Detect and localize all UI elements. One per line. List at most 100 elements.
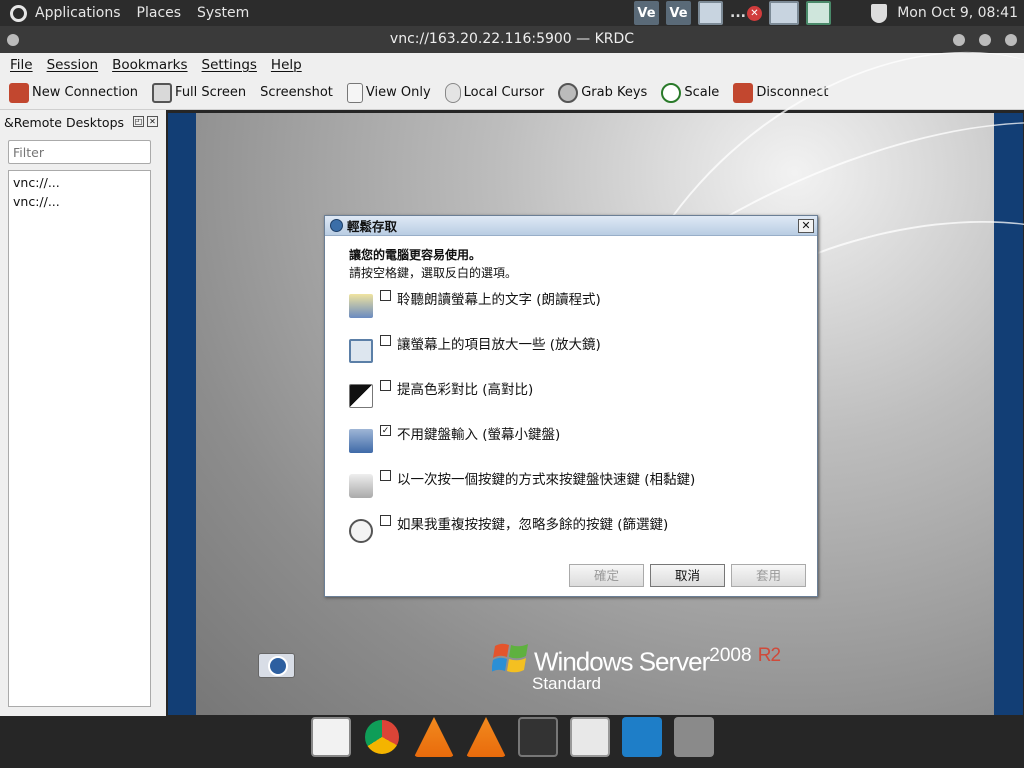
maximize-icon[interactable] [979,34,991,46]
filter-input[interactable] [8,140,151,164]
new-connection-icon [9,82,29,103]
window-icon[interactable] [805,1,831,25]
option-sticky-keys[interactable]: 以一次按一個按鍵的方式來按鍵盤快速鍵 (相黏鍵) [349,468,695,498]
view-only-button[interactable]: View Only [345,79,433,107]
cancel-button[interactable]: 取消 [650,564,725,587]
shield-icon[interactable] [871,3,888,23]
release-text: R2 [757,645,781,666]
screenshot-button[interactable]: Screenshot [258,79,335,107]
disconnect-icon [733,82,754,103]
top-panel: Applications Places System Ve Ve ... ✕ M… [0,0,1024,26]
cursor-icon [444,82,461,103]
grab-keys-button[interactable]: Grab Keys [556,79,649,107]
window-icon[interactable] [698,1,723,25]
narrator-icon [349,294,373,318]
menu-help[interactable]: Help [271,57,302,73]
tray-right: Mon Oct 9, 08:41 [871,0,1018,26]
windows-desktop[interactable]: 輕鬆存取 ✕ 讓您的電腦更容易使用。 請按空格鍵，選取反白的選項。 聆聽朗讀螢幕… [196,0,1024,715]
clock[interactable]: Mon Oct 9, 08:41 [897,5,1018,21]
magnifier-checkbox[interactable] [380,335,391,346]
on-screen-keyboard-icon [349,429,373,453]
dialog-title: 輕鬆存取 [347,219,398,234]
ok-button[interactable]: 確定 [569,564,644,587]
close-icon[interactable]: ✕ [746,5,762,21]
close-panel-icon[interactable]: ✕ [147,116,158,127]
menu-file[interactable]: File [10,57,33,73]
dock [0,716,1024,768]
high-contrast-checkbox[interactable] [380,380,391,391]
narrator-checkbox[interactable] [380,290,391,301]
sticky-keys-checkbox[interactable] [380,470,391,481]
close-window-icon[interactable] [1005,34,1017,46]
option-filter-keys[interactable]: 如果我重複按按鍵，忽略多餘的按鍵 (篩選鍵) [349,513,668,543]
menu-settings[interactable]: Settings [202,57,257,73]
option-on-screen-keyboard[interactable]: ✓ 不用鍵盤輸入 (螢幕小鍵盤) [349,423,560,453]
option-label: 如果我重複按按鍵，忽略多餘的按鍵 (篩選鍵) [397,517,669,533]
magnifier-icon [349,339,373,363]
local-cursor-button[interactable]: Local Cursor [443,79,547,107]
float-panel-icon[interactable]: ◰ [133,116,144,127]
option-label: 提高色彩對比 (高對比) [397,382,534,398]
terminal-icon[interactable] [518,717,558,757]
vlc-icon[interactable] [466,717,506,757]
dialog-close-button[interactable]: ✕ [798,219,814,233]
ve-icon[interactable]: Ve [634,1,659,25]
on-screen-keyboard-checkbox[interactable]: ✓ [380,425,391,436]
full-screen-button[interactable]: Full Screen [150,79,248,107]
top-menus: Applications Places System [0,4,249,22]
sticky-keys-icon [349,474,373,498]
option-label: 聆聽朗讀螢幕上的文字 (朗讀程式) [397,292,601,308]
edition-text: Standard [532,674,601,693]
window-title: vnc://163.20.22.116:5900 — KRDC [389,31,635,47]
fullscreen-icon [152,82,173,103]
scale-icon [661,82,682,103]
ve-icon[interactable]: Ve [666,1,691,25]
high-contrast-icon [349,384,373,408]
window-titlebar[interactable]: vnc://163.20.22.116:5900 — KRDC [0,26,1024,53]
ve-icon[interactable] [622,717,662,757]
tray-apps: Ve Ve ... ✕ [634,1,831,25]
image-viewer-icon[interactable] [570,717,610,757]
option-high-contrast[interactable]: 提高色彩對比 (高對比) [349,378,533,408]
window-icon[interactable] [768,1,799,25]
brand-text: Windows Server [534,646,710,677]
ease-of-access-button[interactable] [258,653,295,678]
panel-title: &Remote Desktops [4,115,125,130]
dialog-subheading: 請按空格鍵，選取反白的選項。 [349,266,518,280]
menu-bookmarks[interactable]: Bookmarks [112,57,187,73]
help-icon[interactable] [674,717,714,757]
apply-button[interactable]: 套用 [731,564,806,587]
view-only-icon [346,82,363,103]
ease-of-access-icon [330,219,343,232]
windows-server-logo: Windows Server2008 R2 [534,645,781,678]
list-item[interactable]: vnc://... [9,190,150,209]
window-menu-icon[interactable] [7,34,19,46]
menu-places[interactable]: Places [137,5,182,21]
menu-system[interactable]: System [197,5,249,21]
vlc-icon[interactable] [414,717,454,757]
remote-desktop-list: vnc://... vnc://... [8,170,151,707]
ubuntu-logo-icon[interactable] [10,4,27,22]
text-editor-icon[interactable] [311,717,351,757]
new-connection-button[interactable]: New Connection [7,79,140,107]
filter-keys-checkbox[interactable] [380,515,391,526]
scale-button[interactable]: Scale [659,79,721,107]
remote-desktop-view[interactable]: 輕鬆存取 ✕ 讓您的電腦更容易使用。 請按空格鍵，選取反白的選項。 聆聽朗讀螢幕… [168,0,1024,715]
more-icon[interactable]: ... [730,5,746,21]
windows-flag-icon [492,643,528,673]
menu-session[interactable]: Session [47,57,99,73]
list-item[interactable]: vnc://... [9,171,150,190]
filter-keys-icon [349,519,373,543]
grab-keys-icon [558,82,579,103]
minimize-icon[interactable] [953,34,965,46]
option-magnifier[interactable]: 讓螢幕上的項目放大一些 (放大鏡) [349,333,601,363]
dialog-titlebar[interactable]: 輕鬆存取 [325,216,817,236]
ease-of-access-dialog: 輕鬆存取 ✕ 讓您的電腦更容易使用。 請按空格鍵，選取反白的選項。 聆聽朗讀螢幕… [324,215,818,597]
dialog-heading: 讓您的電腦更容易使用。 [349,248,482,262]
chrome-icon[interactable] [362,717,402,757]
menu-applications[interactable]: Applications [35,5,121,21]
ease-of-access-icon [268,656,288,676]
option-narrator[interactable]: 聆聽朗讀螢幕上的文字 (朗讀程式) [349,288,601,318]
option-label: 以一次按一個按鍵的方式來按鍵盤快速鍵 (相黏鍵) [397,472,696,488]
option-label: 不用鍵盤輸入 (螢幕小鍵盤) [397,427,561,443]
